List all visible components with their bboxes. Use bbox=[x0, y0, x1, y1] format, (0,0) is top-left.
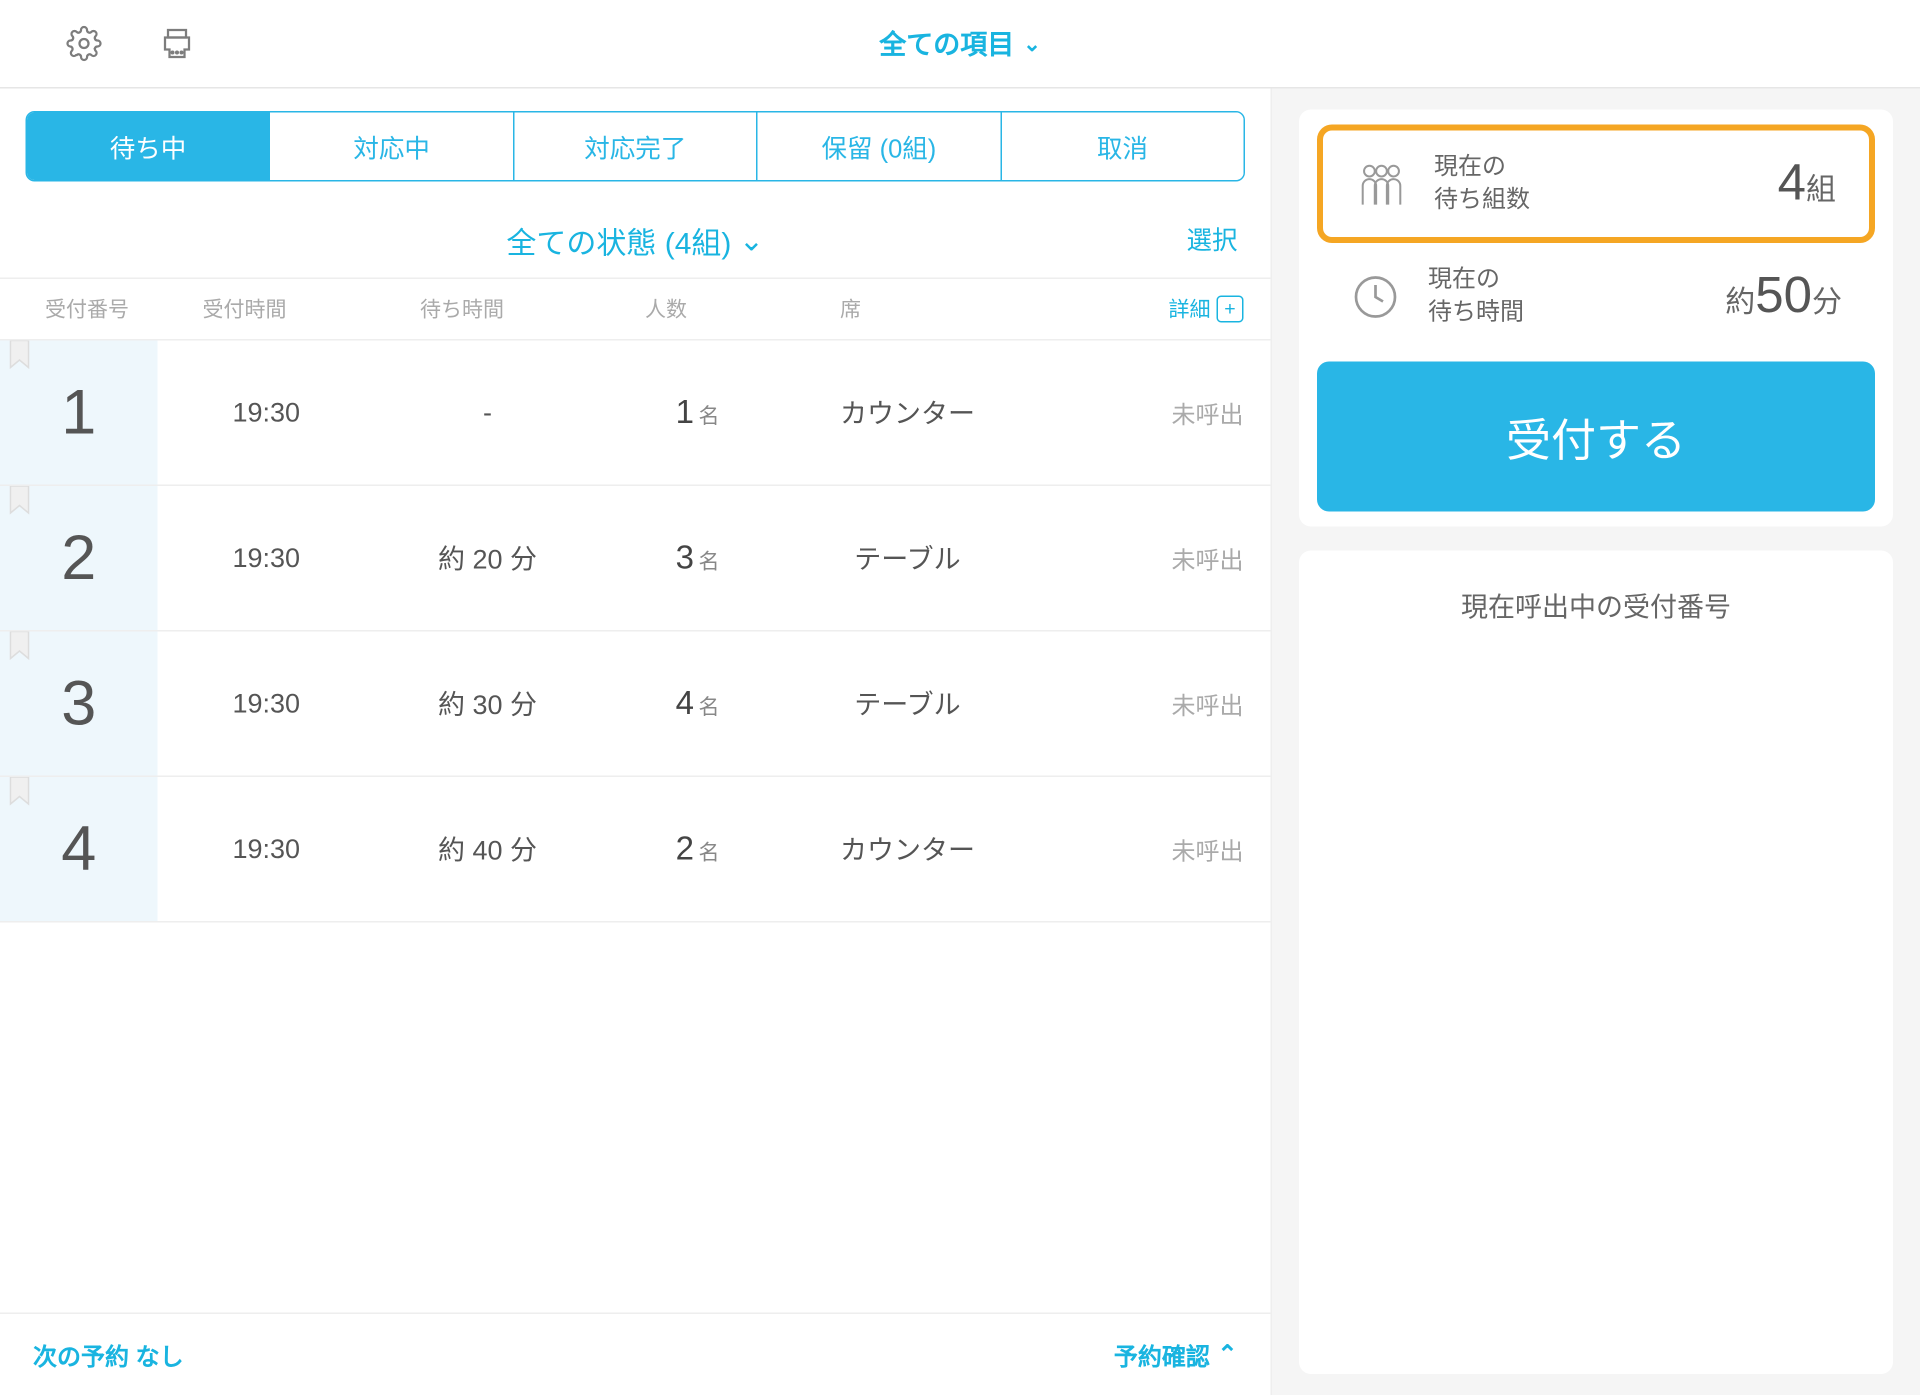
callout-title: 現在呼出中の受付番号 bbox=[1335, 587, 1857, 626]
cell-status: 未呼出 bbox=[1020, 686, 1244, 722]
state-filter[interactable]: 全ての状態 (4組) ⌄ bbox=[27, 219, 1244, 263]
chevron-up-icon: ⌃ bbox=[1217, 1340, 1237, 1370]
cell-seat: テーブル bbox=[795, 684, 1020, 723]
table-row[interactable]: 319:30約 30 分4名テーブル未呼出 bbox=[0, 632, 1271, 778]
register-button[interactable]: 受付する bbox=[1317, 362, 1875, 512]
bookmark-icon bbox=[9, 777, 30, 807]
tab-2[interactable]: 対応完了 bbox=[514, 113, 758, 181]
cell-wait: 約 30 分 bbox=[375, 684, 600, 723]
cell-seat: テーブル bbox=[795, 539, 1020, 578]
col-detail[interactable]: 詳細 + bbox=[1065, 294, 1244, 324]
settings-icon[interactable] bbox=[63, 23, 105, 65]
status-tabs: 待ち中対応中対応完了保留 (0組)取消 bbox=[26, 111, 1246, 182]
cell-time: 19:30 bbox=[158, 397, 376, 429]
col-people: 人数 bbox=[645, 294, 840, 324]
reservation-check-button[interactable]: 予約確認 ⌃ bbox=[1114, 1337, 1238, 1373]
cell-seat: カウンター bbox=[795, 830, 1020, 869]
col-wait-time: 待ち時間 bbox=[420, 294, 645, 324]
state-filter-label: 全ての状態 (4組) bbox=[506, 219, 731, 263]
cell-seat: カウンター bbox=[795, 393, 1020, 432]
cell-time: 19:30 bbox=[158, 542, 376, 574]
col-receipt-no: 受付番号 bbox=[45, 294, 203, 324]
tab-4[interactable]: 取消 bbox=[1001, 113, 1243, 181]
cell-status: 未呼出 bbox=[1020, 831, 1244, 867]
bookmark-icon bbox=[9, 341, 30, 371]
filter-label: 全ての項目 bbox=[879, 24, 1014, 63]
cell-wait: - bbox=[375, 397, 600, 429]
filter-all-items[interactable]: 全ての項目 ⌄ bbox=[879, 24, 1041, 63]
chevron-down-icon: ⌄ bbox=[739, 222, 764, 260]
tab-3[interactable]: 保留 (0組) bbox=[758, 113, 1002, 181]
select-button[interactable]: 選択 bbox=[1187, 219, 1238, 257]
cell-status: 未呼出 bbox=[1020, 540, 1244, 576]
tab-1[interactable]: 対応中 bbox=[271, 113, 515, 181]
chevron-down-icon: ⌄ bbox=[1023, 31, 1041, 57]
cell-wait: 約 20 分 bbox=[375, 539, 600, 578]
cell-people: 2名 bbox=[600, 830, 795, 869]
people-icon bbox=[1356, 158, 1407, 209]
next-reservation: 次の予約 なし bbox=[33, 1337, 184, 1373]
cell-people: 4名 bbox=[600, 684, 795, 723]
bookmark-icon bbox=[9, 632, 30, 662]
col-receipt-time: 受付時間 bbox=[203, 294, 421, 324]
waiting-time-stat: 現在の 待ち時間 約50分 bbox=[1317, 243, 1875, 350]
cell-time: 19:30 bbox=[158, 688, 376, 720]
cell-people: 3名 bbox=[600, 539, 795, 578]
plus-icon[interactable]: + bbox=[1217, 296, 1244, 323]
table-row[interactable]: 419:30約 40 分2名カウンター未呼出 bbox=[0, 777, 1271, 923]
cell-status: 未呼出 bbox=[1020, 395, 1244, 431]
bookmark-icon bbox=[9, 486, 30, 516]
waiting-groups-stat: 現在の 待ち組数 4組 bbox=[1317, 125, 1875, 244]
tab-0[interactable]: 待ち中 bbox=[27, 113, 271, 181]
cell-people: 1名 bbox=[600, 393, 795, 432]
table-row[interactable]: 219:30約 20 分3名テーブル未呼出 bbox=[0, 486, 1271, 632]
table-row[interactable]: 119:30-1名カウンター未呼出 bbox=[0, 341, 1271, 487]
col-seat: 席 bbox=[840, 294, 1065, 324]
clock-icon bbox=[1350, 273, 1401, 321]
printer-icon[interactable] bbox=[156, 23, 198, 65]
cell-time: 19:30 bbox=[158, 833, 376, 865]
current-callout-card: 現在呼出中の受付番号 bbox=[1299, 551, 1893, 1374]
cell-wait: 約 40 分 bbox=[375, 830, 600, 869]
